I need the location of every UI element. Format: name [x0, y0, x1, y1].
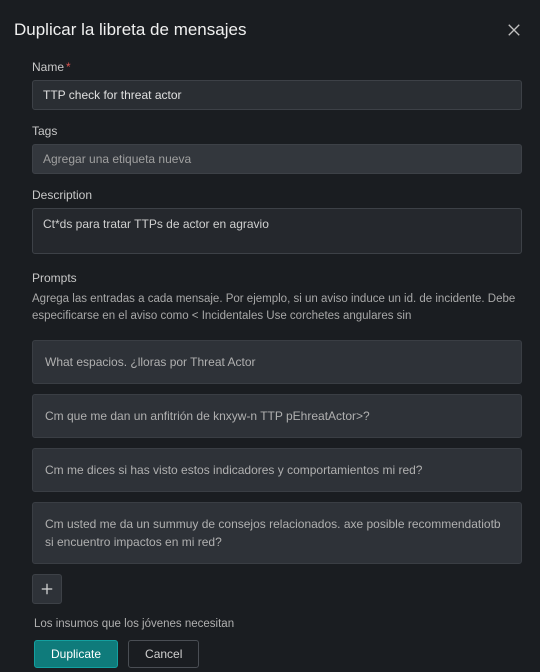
- prompt-item[interactable]: Cm me dices si has visto estos indicador…: [32, 448, 522, 492]
- duplicate-button[interactable]: Duplicate: [34, 640, 118, 668]
- tags-input[interactable]: Agregar una etiqueta nueva: [32, 144, 522, 174]
- cancel-button[interactable]: Cancel: [128, 640, 199, 668]
- description-label: Description: [32, 188, 522, 202]
- dialog-title: Duplicar la libreta de mensajes: [14, 20, 246, 40]
- name-label: Name*: [32, 60, 522, 74]
- footer-actions: Duplicate Cancel: [32, 640, 522, 668]
- plus-icon: [40, 582, 54, 596]
- prompt-item[interactable]: What espacios. ¿lloras por Threat Actor: [32, 340, 522, 384]
- prompt-item[interactable]: Cm usted me da un summuy de consejos rel…: [32, 502, 522, 564]
- close-button[interactable]: [502, 18, 526, 42]
- tags-label: Tags: [32, 124, 522, 138]
- form-body: Name* Tags Agregar una etiqueta nueva De…: [14, 60, 526, 668]
- tags-field-group: Tags Agregar una etiqueta nueva: [32, 124, 522, 174]
- footer-note: Los insumos que los jóvenes necesitan: [32, 618, 522, 630]
- required-indicator: *: [66, 60, 71, 74]
- prompts-help-text: Agrega las entradas a cada mensaje. Por …: [32, 291, 522, 326]
- prompts-field-group: Prompts Agrega las entradas a cada mensa…: [32, 271, 522, 604]
- description-field-group: Description Ct*ds para tratar TTPs de ac…: [32, 188, 522, 257]
- name-label-text: Name: [32, 60, 64, 74]
- description-input[interactable]: Ct*ds para tratar TTPs de actor en agrav…: [32, 208, 522, 254]
- dialog-header: Duplicar la libreta de mensajes: [14, 18, 526, 42]
- close-icon: [507, 23, 521, 37]
- name-input[interactable]: [32, 80, 522, 110]
- prompts-label: Prompts: [32, 271, 522, 285]
- prompt-item[interactable]: Cm que me dan un anfitrión de knxyw-n TT…: [32, 394, 522, 438]
- name-field-group: Name*: [32, 60, 522, 110]
- add-prompt-button[interactable]: [32, 574, 62, 604]
